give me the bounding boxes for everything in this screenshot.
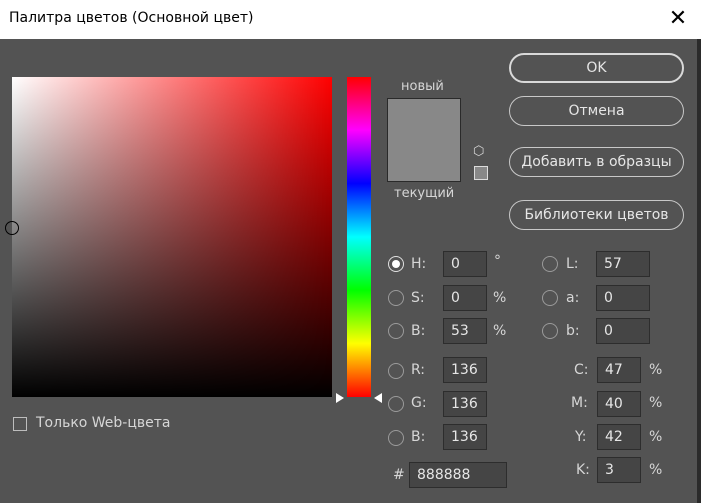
radio-lab-b[interactable]	[542, 323, 558, 339]
input-rgb-b[interactable]: 136	[443, 424, 487, 450]
new-color-label: новый	[401, 79, 444, 94]
label-y: Y:	[575, 429, 587, 445]
color-preview-swatch	[387, 98, 461, 182]
input-c[interactable]: 47	[597, 357, 641, 383]
input-m[interactable]: 40	[597, 391, 641, 417]
hue-slider[interactable]	[347, 77, 371, 397]
close-icon[interactable]: ✕	[655, 0, 701, 39]
title-bar: Палитра цветов (Основной цвет) ✕	[0, 0, 701, 39]
input-a[interactable]: 0	[596, 285, 650, 311]
input-s[interactable]: 0	[443, 285, 487, 311]
unit-h: °	[494, 253, 501, 269]
color-libraries-button[interactable]: Библиотеки цветов	[509, 200, 684, 230]
color-field[interactable]	[12, 77, 332, 397]
label-s: S:	[411, 290, 425, 306]
label-a: a:	[566, 290, 580, 306]
hue-slider-left-arrow-icon[interactable]	[336, 393, 344, 403]
radio-s[interactable]	[388, 290, 404, 306]
input-b[interactable]: 53	[443, 318, 487, 344]
label-c: C:	[574, 362, 589, 378]
input-y[interactable]: 42	[597, 424, 641, 450]
window-edge	[697, 39, 701, 503]
unit-y: %	[649, 429, 663, 445]
add-to-swatches-button[interactable]: Добавить в образцы	[509, 147, 684, 177]
hex-input[interactable]: 888888	[409, 462, 507, 488]
label-h: H:	[411, 256, 427, 272]
input-g[interactable]: 136	[443, 391, 487, 417]
radio-g[interactable]	[388, 396, 404, 412]
label-l: L:	[566, 256, 579, 272]
label-r: R:	[411, 362, 426, 378]
input-h[interactable]: 0	[443, 251, 487, 277]
dialog-title: Палитра цветов (Основной цвет)	[9, 10, 254, 26]
label-k: K:	[576, 462, 590, 478]
label-rgb-b: B:	[411, 429, 426, 445]
color-field-marker[interactable]	[5, 221, 19, 235]
hex-label: #	[393, 467, 405, 483]
gamut-warning-cube-icon[interactable]: ⬡	[473, 145, 487, 159]
ok-button[interactable]: OK	[509, 53, 684, 83]
cancel-button[interactable]: Отмена	[509, 96, 684, 126]
web-only-checkbox[interactable]	[13, 417, 27, 431]
web-only-label: Только Web-цвета	[36, 415, 171, 431]
color-picker-dialog: Палитра цветов (Основной цвет) ✕ новый т…	[0, 0, 701, 503]
unit-c: %	[649, 362, 663, 378]
input-lab-b[interactable]: 0	[596, 318, 650, 344]
current-color-label: текущий	[394, 186, 455, 201]
radio-l[interactable]	[542, 256, 558, 272]
input-l[interactable]: 57	[596, 251, 650, 277]
unit-m: %	[649, 395, 663, 411]
label-g: G:	[411, 395, 427, 411]
input-r[interactable]: 136	[443, 357, 487, 383]
hue-slider-right-arrow-icon[interactable]	[374, 393, 382, 403]
radio-b[interactable]	[388, 323, 404, 339]
web-safe-swatch-icon[interactable]	[474, 166, 488, 180]
unit-b: %	[493, 323, 507, 339]
input-k[interactable]: 3	[597, 457, 641, 483]
radio-h[interactable]	[388, 256, 404, 272]
radio-rgb-b[interactable]	[388, 430, 404, 446]
unit-k: %	[649, 462, 663, 478]
label-b: B:	[411, 323, 426, 339]
radio-a[interactable]	[542, 290, 558, 306]
label-m: M:	[571, 395, 588, 411]
radio-r[interactable]	[388, 363, 404, 379]
unit-s: %	[493, 290, 507, 306]
label-lab-b: b:	[566, 323, 580, 339]
